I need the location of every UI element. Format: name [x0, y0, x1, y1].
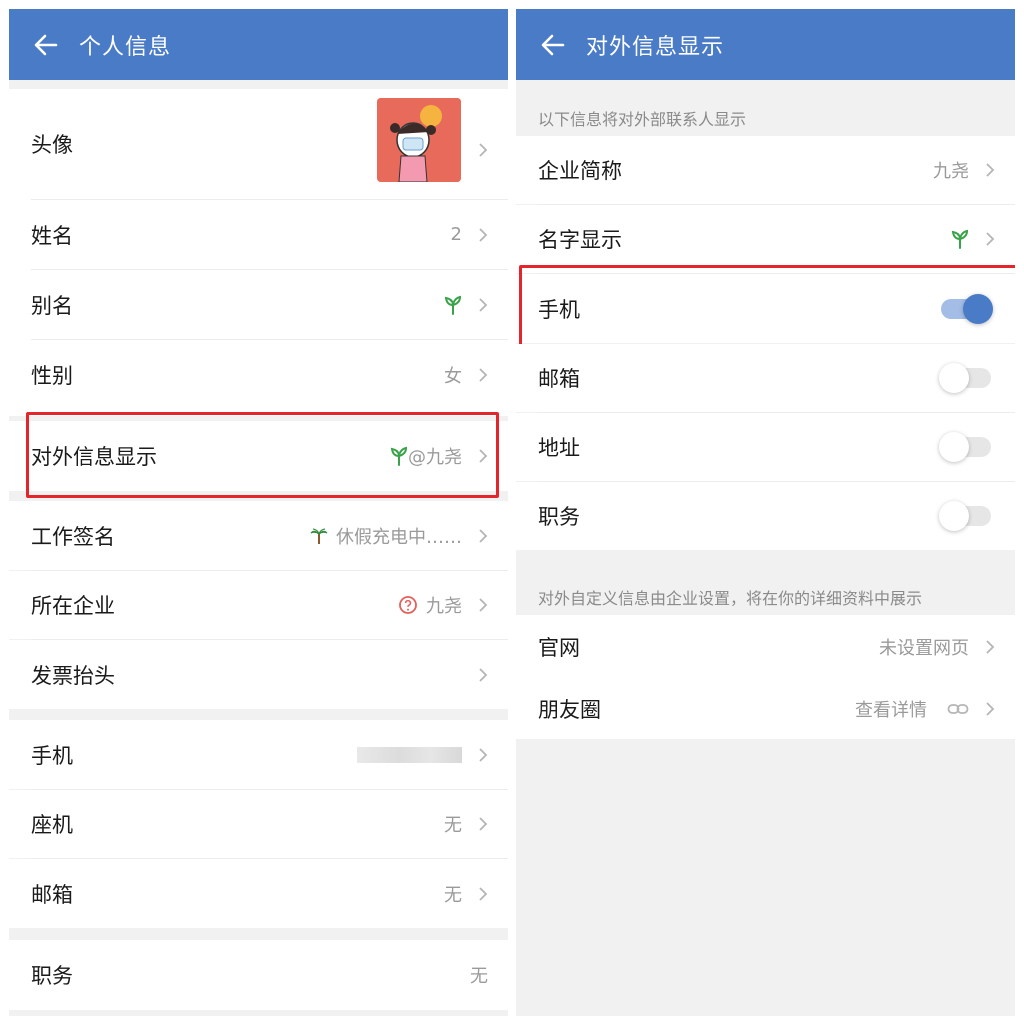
gender-value: 女	[444, 365, 462, 387]
back-arrow-icon	[541, 34, 565, 55]
moments-label: 朋友圈	[538, 697, 601, 722]
website-row[interactable]: 官网 未设置网页	[516, 615, 1015, 678]
question-circle-icon	[399, 596, 417, 614]
company-short-name-label: 企业简称	[538, 159, 622, 183]
sprout-icon	[951, 229, 969, 249]
chevron-right-icon	[479, 667, 488, 682]
invoice-title-label: 发票抬头	[31, 663, 115, 688]
company-label: 所在企业	[31, 594, 115, 618]
job-title-label: 职务	[538, 505, 580, 529]
personal-info-panel: 个人信息 头像 姓名 2 别名 性别 女 对外信息显示 @九尧 工作签名 休假充…	[9, 9, 508, 1016]
chevron-right-icon	[479, 747, 488, 762]
external-info-header: 对外信息显示	[516, 9, 1015, 80]
chevron-right-icon	[479, 297, 488, 312]
invoice-title-row[interactable]: 发票抬头	[9, 640, 508, 709]
name-display-value	[951, 229, 969, 249]
landline-row[interactable]: 座机 无	[9, 790, 508, 858]
moments-text: 查看详情	[855, 699, 927, 721]
back-arrow-icon	[34, 34, 58, 55]
link-icon	[947, 703, 969, 714]
toggle-knob	[939, 501, 969, 531]
section-note: 以下信息将对外部联系人显示	[538, 110, 747, 129]
address-toggle-row: 地址	[516, 413, 1015, 481]
toggle-knob	[939, 363, 969, 393]
company-short-name-value: 九尧	[933, 161, 969, 182]
moments-row[interactable]: 朋友圈 查看详情	[516, 678, 1015, 739]
email-label: 邮箱	[31, 882, 73, 907]
email-value: 无	[444, 884, 462, 906]
sprout-icon	[444, 295, 462, 315]
chevron-right-icon	[986, 232, 995, 246]
moments-value: 查看详情	[855, 696, 969, 722]
job-title-value: 无	[470, 966, 488, 987]
name-label: 姓名	[31, 223, 73, 248]
highlight-box	[519, 265, 1015, 352]
job-title-row: 职务 无	[9, 940, 508, 1010]
external-info-panel: 对外信息显示 以下信息将对外部联系人显示 企业简称 九尧 名字显示 手机 邮箱 …	[516, 9, 1015, 1016]
name-row[interactable]: 姓名 2	[9, 200, 508, 269]
chevron-right-icon	[479, 817, 488, 831]
chevron-right-icon	[479, 598, 488, 612]
address-label: 地址	[538, 436, 580, 460]
section-note: 对外自定义信息由企业设置，将在你的详细资料中展示	[538, 589, 923, 608]
page-title: 对外信息显示	[586, 34, 725, 60]
address-toggle[interactable]	[939, 432, 991, 462]
name-value: 2	[450, 224, 462, 245]
name-display-row[interactable]: 名字显示	[516, 205, 1015, 273]
chevron-right-icon	[479, 143, 488, 157]
personal-info-header: 个人信息	[9, 9, 508, 80]
landline-label: 座机	[31, 813, 73, 837]
chevron-right-icon	[986, 701, 995, 716]
avatar[interactable]	[377, 98, 461, 182]
chevron-right-icon	[479, 227, 488, 242]
website-value: 未设置网页	[879, 637, 969, 659]
mobile-value-blurred	[357, 746, 462, 763]
work-signature-value: 休假充电中……	[310, 523, 462, 549]
company-value: 九尧	[398, 592, 462, 618]
chevron-right-icon	[479, 528, 488, 543]
chevron-right-icon	[986, 639, 995, 654]
email-toggle[interactable]	[939, 363, 991, 393]
company-name: 九尧	[426, 596, 462, 617]
avatar-illustration	[377, 98, 461, 182]
highlight-box	[26, 412, 499, 498]
chevron-right-icon	[479, 367, 488, 382]
back-button[interactable]	[536, 28, 570, 62]
mobile-label: 手机	[31, 743, 73, 768]
page-title: 个人信息	[79, 34, 172, 60]
alias-label: 别名	[31, 293, 73, 318]
work-signature-text: 休假充电中……	[336, 526, 462, 548]
mobile-row[interactable]: 手机	[9, 720, 508, 789]
name-display-label: 名字显示	[538, 228, 622, 252]
gender-label: 性别	[31, 363, 73, 388]
work-signature-row[interactable]: 工作签名 休假充电中……	[9, 501, 508, 570]
work-signature-label: 工作签名	[31, 524, 115, 549]
alias-value	[444, 295, 462, 315]
company-row[interactable]: 所在企业 九尧	[9, 571, 508, 639]
avatar-label: 头像	[31, 133, 73, 157]
company-short-name-row[interactable]: 企业简称 九尧	[516, 136, 1015, 204]
chevron-right-icon	[479, 886, 488, 901]
job-title-toggle-row: 职务	[516, 482, 1015, 550]
chevron-right-icon	[986, 163, 995, 177]
email-row[interactable]: 邮箱 无	[9, 859, 508, 928]
palm-tree-icon	[310, 528, 328, 544]
alias-row[interactable]: 别名	[9, 270, 508, 339]
job-title-label: 职务	[31, 964, 73, 988]
landline-value: 无	[444, 815, 462, 836]
email-label: 邮箱	[538, 367, 580, 391]
website-label: 官网	[538, 635, 580, 660]
gender-row[interactable]: 性别 女	[9, 340, 508, 409]
back-button[interactable]	[29, 28, 63, 62]
email-toggle-row: 邮箱	[516, 344, 1015, 412]
job-title-toggle[interactable]	[939, 501, 991, 531]
toggle-knob	[939, 432, 969, 462]
